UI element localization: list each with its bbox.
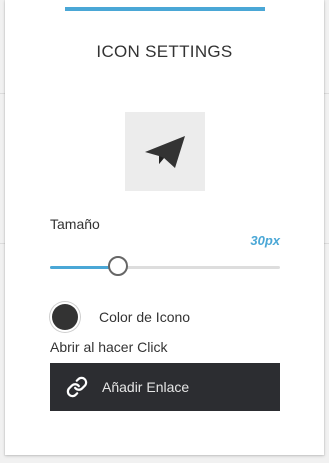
add-link-button-label: Añadir Enlace bbox=[102, 379, 190, 395]
size-slider[interactable] bbox=[50, 256, 280, 278]
link-icon bbox=[66, 376, 88, 398]
panel-accent-bar bbox=[65, 7, 265, 11]
add-link-button[interactable]: Añadir Enlace bbox=[50, 363, 280, 411]
icon-color-picker[interactable] bbox=[50, 302, 80, 332]
size-label: Tamaño bbox=[50, 216, 100, 232]
size-value: 30px bbox=[250, 233, 280, 248]
open-on-click-label: Abrir al hacer Click bbox=[50, 339, 168, 355]
icon-preview[interactable] bbox=[125, 112, 205, 191]
icon-color-swatch bbox=[52, 304, 78, 330]
panel-title: ICON SETTINGS bbox=[96, 42, 233, 61]
icon-color-row: Color de Icono bbox=[50, 302, 190, 332]
icon-settings-panel: ICON SETTINGS Tamaño 30px Color de Icono… bbox=[5, 0, 324, 455]
slider-thumb[interactable] bbox=[108, 256, 128, 276]
paper-plane-icon bbox=[145, 135, 185, 168]
icon-color-label: Color de Icono bbox=[99, 309, 191, 325]
